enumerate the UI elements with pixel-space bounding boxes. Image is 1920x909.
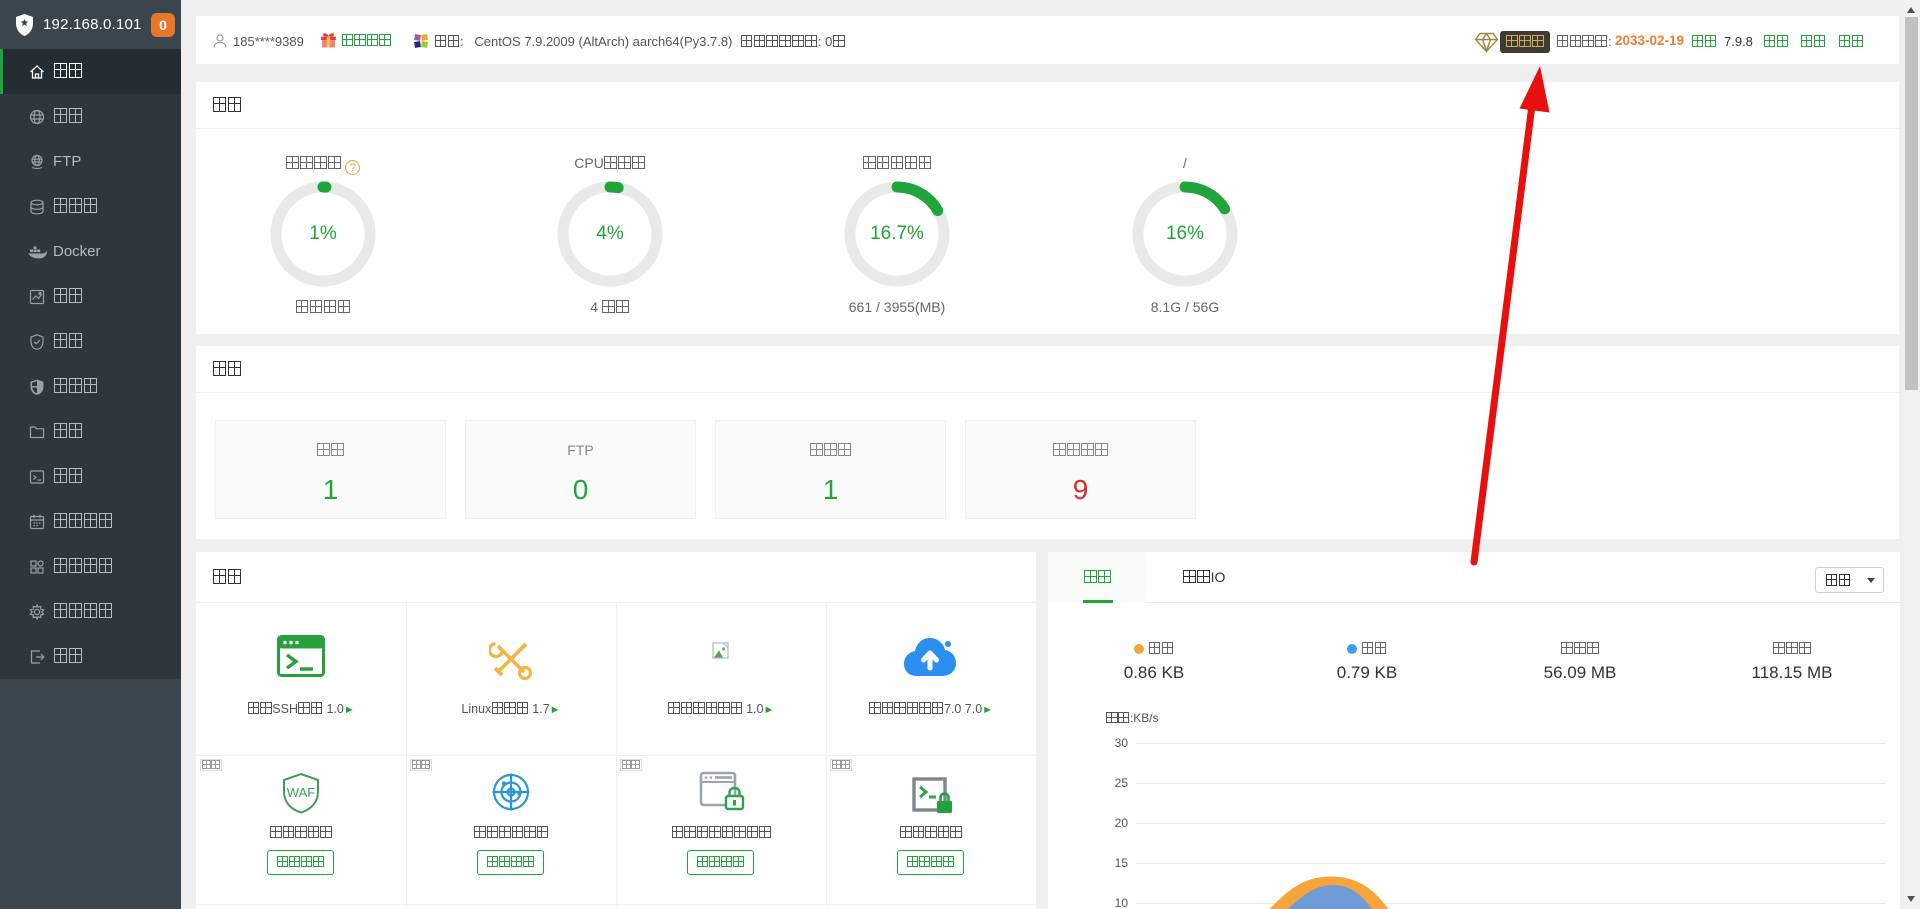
svg-text:WAF: WAF xyxy=(287,785,315,800)
